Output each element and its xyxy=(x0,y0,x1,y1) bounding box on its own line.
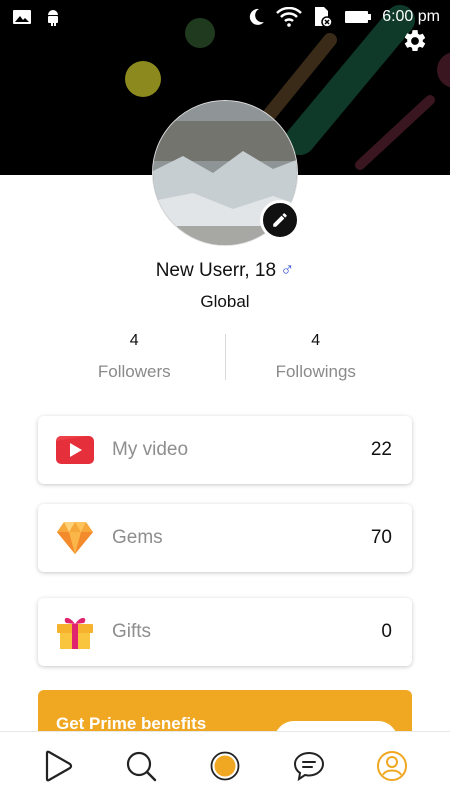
gifts-card[interactable]: Gifts 0 xyxy=(38,598,412,666)
gifts-count: 0 xyxy=(381,621,392,642)
nav-search[interactable] xyxy=(121,746,161,786)
follow-stats: 4 Followers 4 Followings xyxy=(44,332,406,382)
search-icon xyxy=(127,751,157,782)
settings-button[interactable] xyxy=(402,28,428,54)
followers-count: 4 xyxy=(129,332,139,349)
gender-male-icon: ♂ xyxy=(280,260,295,281)
wifi-icon xyxy=(276,7,303,27)
android-icon xyxy=(46,8,60,26)
nav-play[interactable] xyxy=(38,746,78,786)
gems-label: Gems xyxy=(112,527,163,548)
followers-stat[interactable]: 4 Followers xyxy=(44,332,225,382)
followers-label: Followers xyxy=(97,362,171,381)
gear-icon xyxy=(404,30,426,51)
gallery-icon xyxy=(12,9,32,25)
nav-record[interactable] xyxy=(205,746,245,786)
battery-icon xyxy=(344,9,372,25)
status-time: 6:00 pm xyxy=(382,8,440,25)
chat-icon xyxy=(293,751,324,781)
status-bar: 6:00 pm xyxy=(0,0,450,34)
gift-icon xyxy=(56,613,94,651)
my-video-count: 22 xyxy=(370,439,392,460)
profile-name-line: New Userr, 18 ♂ xyxy=(0,260,450,282)
avatar-container xyxy=(152,100,300,246)
nav-chat[interactable] xyxy=(289,746,329,786)
pencil-icon xyxy=(273,213,287,227)
nav-profile[interactable] xyxy=(372,746,412,786)
play-icon xyxy=(45,750,72,782)
followings-label: Followings xyxy=(275,362,356,381)
profile-name: New Userr, 18 xyxy=(155,260,277,281)
record-icon xyxy=(210,751,240,781)
youtube-play-icon xyxy=(56,431,94,469)
diamond-icon xyxy=(56,519,94,557)
bottom-navigation xyxy=(0,731,450,800)
followings-stat[interactable]: 4 Followings xyxy=(226,332,407,382)
gems-count: 70 xyxy=(370,527,392,548)
profile-icon xyxy=(377,751,408,781)
edit-avatar-button[interactable] xyxy=(260,200,300,240)
my-video-card[interactable]: My video 22 xyxy=(38,416,412,484)
profile-region: Global xyxy=(200,292,250,311)
followings-count: 4 xyxy=(311,332,321,349)
sim-icon xyxy=(312,6,334,28)
gifts-label: Gifts xyxy=(112,621,152,642)
my-video-label: My video xyxy=(112,439,189,460)
moon-icon xyxy=(246,7,266,27)
gems-card[interactable]: Gems 70 xyxy=(38,504,412,572)
